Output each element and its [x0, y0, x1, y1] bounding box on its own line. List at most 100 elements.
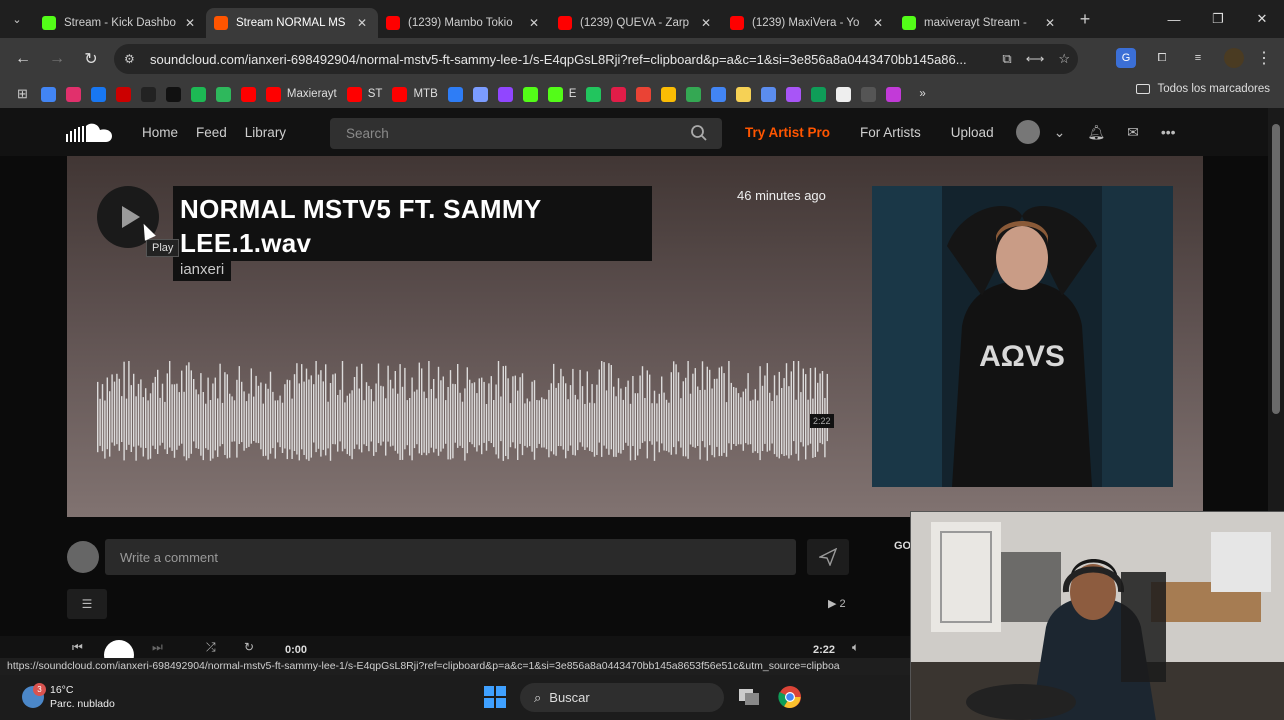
- bookmark-item[interactable]: [681, 83, 706, 105]
- close-window-button[interactable]: ✕: [1240, 0, 1284, 38]
- nav-home[interactable]: Home: [142, 125, 178, 140]
- bookmark-item[interactable]: [831, 83, 856, 105]
- taskbar-search[interactable]: ⌕ Buscar: [520, 683, 724, 712]
- profile-avatar-icon[interactable]: [1224, 48, 1244, 68]
- bookmark-item[interactable]: [806, 83, 831, 105]
- bookmark-item[interactable]: [856, 83, 881, 105]
- browser-tab[interactable]: (1239) MaxiVera - Yo ✕: [722, 8, 894, 38]
- volume-icon[interactable]: 🔈︎: [852, 640, 859, 655]
- waveform-bar: [466, 367, 468, 454]
- bookmark-item[interactable]: [781, 83, 806, 105]
- bookmark-item[interactable]: [61, 83, 86, 105]
- send-comment-button[interactable]: [807, 539, 849, 575]
- repost-count[interactable]: ▶ 2: [828, 597, 846, 610]
- bookmark-item[interactable]: [731, 83, 756, 105]
- artist-link[interactable]: ianxeri: [173, 258, 232, 281]
- browser-tab[interactable]: Stream - Kick Dashbo ✕: [34, 8, 206, 38]
- close-tab-icon[interactable]: ✕: [526, 16, 542, 30]
- bookmark-item[interactable]: MTB: [387, 83, 442, 105]
- bookmark-item[interactable]: [186, 83, 211, 105]
- repeat-icon[interactable]: ↻: [244, 640, 254, 654]
- omnibox[interactable]: ⚙ soundcloud.com/ianxeri-698492904/norma…: [114, 44, 1078, 74]
- bookmark-item[interactable]: [111, 83, 136, 105]
- apps-grid-icon[interactable]: ⊞: [12, 83, 36, 105]
- bookmark-item[interactable]: E: [543, 83, 582, 105]
- tab-title: Stream - Kick Dashbo: [64, 17, 176, 29]
- browser-tab[interactable]: (1239) Mambo Tokio ✕: [378, 8, 550, 38]
- bookmark-item[interactable]: Maxierayt: [261, 83, 342, 105]
- back-button[interactable]: ←: [6, 50, 40, 68]
- nav-library[interactable]: Library: [245, 125, 286, 140]
- bookmark-item[interactable]: [36, 83, 61, 105]
- forward-button[interactable]: →: [40, 50, 74, 68]
- chrome-icon[interactable]: [778, 685, 802, 709]
- all-bookmarks-folder[interactable]: Todos los marcadores: [1135, 83, 1270, 95]
- try-artist-pro-link[interactable]: Try Artist Pro: [745, 125, 830, 140]
- bookmark-item[interactable]: [518, 83, 543, 105]
- more-bookmarks-icon[interactable]: »: [914, 83, 930, 105]
- cast-icon[interactable]: ⧉: [1002, 51, 1011, 67]
- scrollbar-thumb[interactable]: [1272, 124, 1280, 414]
- bookmark-item[interactable]: [136, 83, 161, 105]
- reload-button[interactable]: ↻: [74, 49, 108, 69]
- restore-button[interactable]: ❐: [1196, 0, 1240, 38]
- bookmark-item[interactable]: [656, 83, 681, 105]
- user-avatar[interactable]: [1015, 120, 1040, 144]
- bookmark-item[interactable]: [606, 83, 631, 105]
- google-translate-extension-icon[interactable]: G: [1116, 48, 1136, 68]
- upload-link[interactable]: Upload: [951, 125, 994, 140]
- bookmark-item[interactable]: [468, 83, 493, 105]
- bookmark-item[interactable]: [631, 83, 656, 105]
- browser-menu-icon[interactable]: ⋮: [1256, 48, 1272, 68]
- next-track-icon[interactable]: ⏭: [152, 640, 163, 655]
- bookmark-star-icon[interactable]: ☆: [1058, 51, 1070, 67]
- close-tab-icon[interactable]: ✕: [698, 16, 714, 30]
- weather-widget[interactable]: 3 16°C Parc. nublado: [22, 683, 115, 711]
- bookmark-item[interactable]: [581, 83, 606, 105]
- shuffle-icon[interactable]: ⤮: [206, 640, 216, 655]
- bookmark-item[interactable]: [86, 83, 111, 105]
- add-to-queue-button[interactable]: ☰: [67, 589, 107, 619]
- browser-tab[interactable]: (1239) QÜEVA - Zarp ✕: [550, 8, 722, 38]
- bookmark-item[interactable]: [756, 83, 781, 105]
- bookmark-item[interactable]: [161, 83, 186, 105]
- close-tab-icon[interactable]: ✕: [354, 16, 370, 30]
- waveform-bar: [807, 399, 809, 446]
- mail-icon[interactable]: ✉: [1127, 124, 1139, 141]
- comment-input[interactable]: Write a comment: [105, 539, 796, 575]
- tab-search-button[interactable]: ⌄: [0, 0, 34, 38]
- bookmark-item[interactable]: [881, 83, 906, 105]
- bookmark-item[interactable]: [236, 83, 261, 105]
- minimize-button[interactable]: —: [1152, 0, 1196, 38]
- more-options-icon[interactable]: •••: [1161, 124, 1176, 140]
- url-text[interactable]: soundcloud.com/ianxeri-698492904/normal-…: [150, 52, 980, 67]
- bookmark-item[interactable]: ST: [342, 83, 388, 105]
- previous-track-icon[interactable]: ⏮: [72, 640, 83, 655]
- close-tab-icon[interactable]: ✕: [1042, 16, 1058, 30]
- bookmark-item[interactable]: [706, 83, 731, 105]
- translate-icon[interactable]: ⟷: [1026, 51, 1045, 67]
- extensions-puzzle-icon[interactable]: ⧠: [1152, 48, 1172, 68]
- waveform[interactable]: [97, 361, 837, 461]
- windows-start-icon[interactable]: [484, 686, 506, 708]
- task-view-icon[interactable]: [737, 685, 761, 709]
- site-info-icon[interactable]: ⚙: [124, 52, 142, 66]
- close-tab-icon[interactable]: ✕: [182, 16, 198, 30]
- browser-tab[interactable]: maxiverayt Stream - ✕: [894, 8, 1066, 38]
- track-artwork[interactable]: AΩVS: [872, 186, 1173, 487]
- chevron-down-icon[interactable]: ⌄: [1054, 124, 1066, 141]
- browser-tab[interactable]: Stream NORMAL MS ✕: [206, 8, 378, 38]
- bookmark-item[interactable]: [211, 83, 236, 105]
- new-tab-button[interactable]: +: [1070, 9, 1100, 30]
- search-input[interactable]: Search: [330, 118, 722, 149]
- nav-feed[interactable]: Feed: [196, 125, 227, 140]
- bookmark-item[interactable]: [443, 83, 468, 105]
- for-artists-link[interactable]: For Artists: [860, 125, 921, 140]
- close-tab-icon[interactable]: ✕: [870, 16, 886, 30]
- bell-icon[interactable]: 🔔︎: [1087, 124, 1105, 141]
- soundcloud-logo-icon[interactable]: [66, 122, 114, 144]
- sheets-icon: [811, 86, 827, 102]
- bookmark-item[interactable]: [493, 83, 518, 105]
- media-control-icon[interactable]: ≡: [1188, 48, 1208, 68]
- search-icon[interactable]: [690, 124, 708, 142]
